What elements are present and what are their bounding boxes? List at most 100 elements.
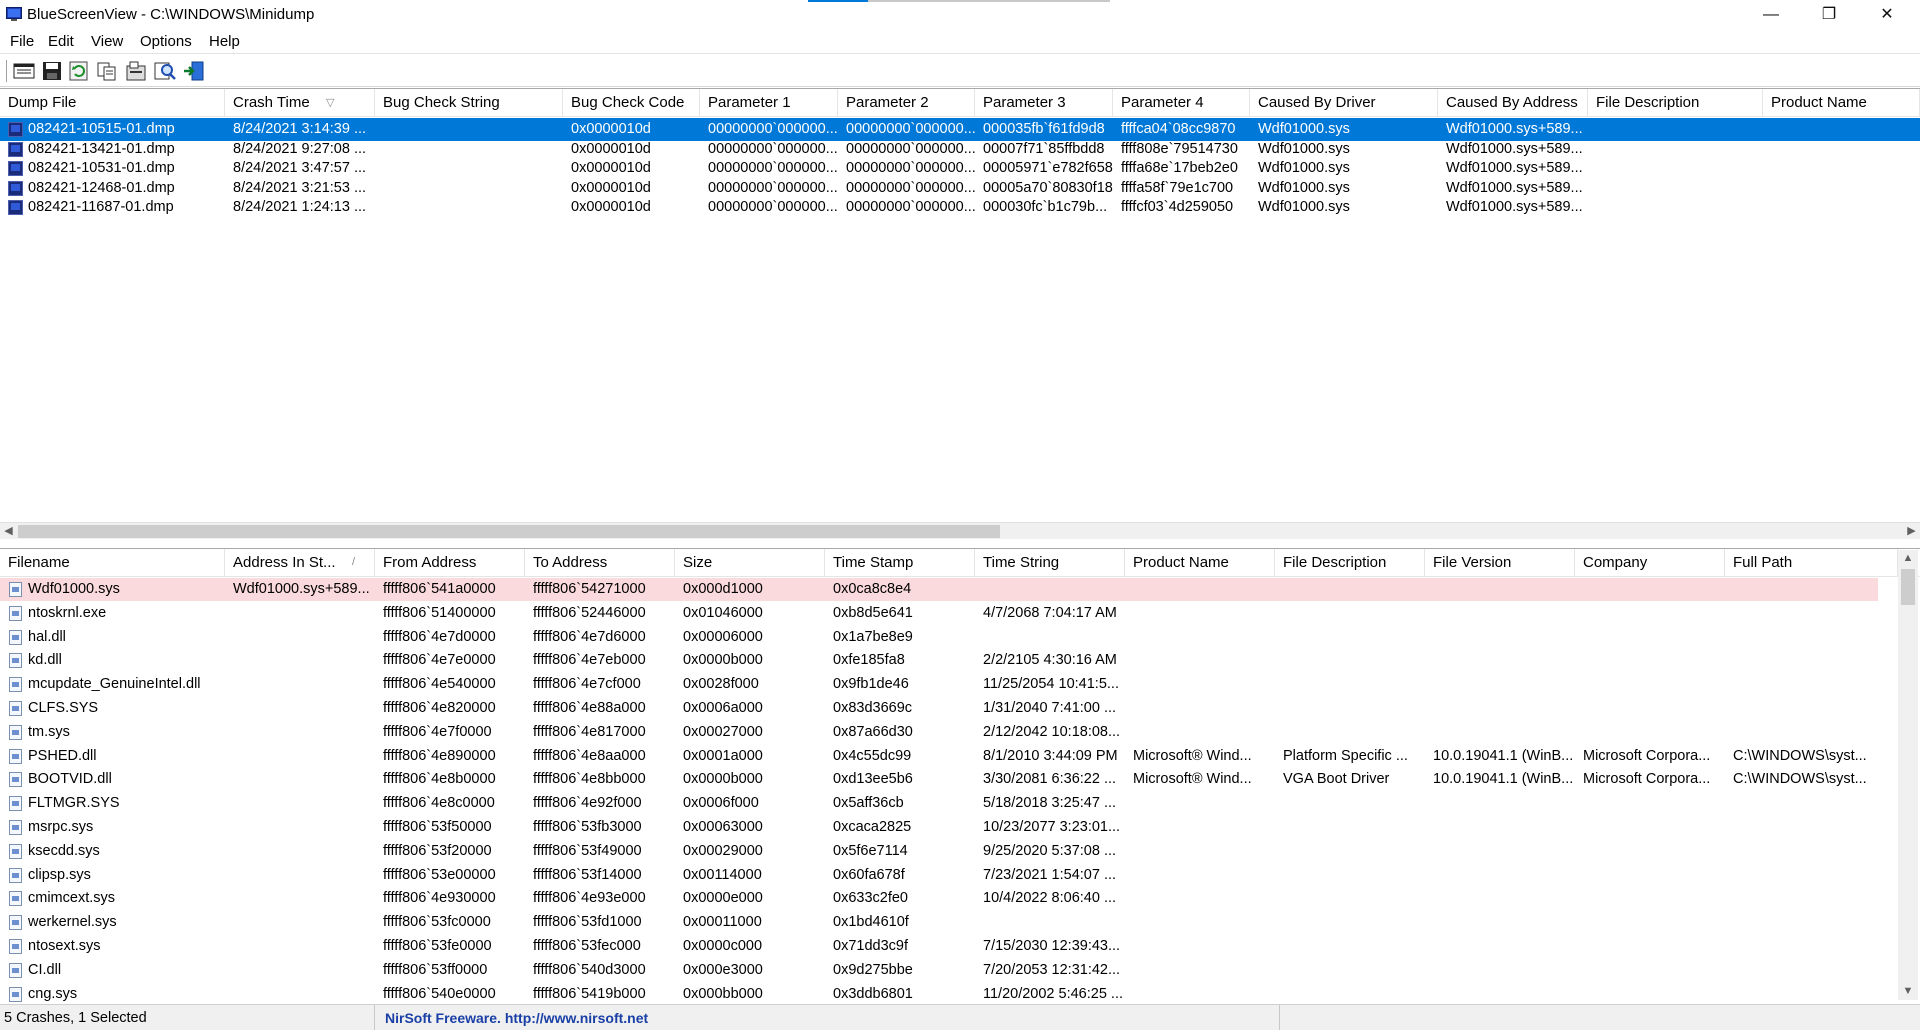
cell-time-stamp: 0x0ca8c8e4 xyxy=(833,581,912,597)
column-parameter-1[interactable]: Parameter 1 xyxy=(700,89,838,117)
table-row[interactable]: ksecdd.sys fffff806`53f20000 fffff806`53f4… xyxy=(0,840,1878,863)
menu-edit[interactable]: Edit xyxy=(44,32,78,51)
column-filename[interactable]: Filename xyxy=(0,549,225,577)
cell-parameter-4: ffffcf03`4d259050 xyxy=(1121,199,1234,215)
column-company[interactable]: Company xyxy=(1575,549,1725,577)
menu-file[interactable]: File xyxy=(6,32,38,51)
table-row[interactable]: hal.dll fffff806`4e7d0000 fffff806`4e7d600… xyxy=(0,626,1878,649)
column-product-name[interactable]: Product Name xyxy=(1763,89,1920,117)
menu-options[interactable]: Options xyxy=(136,32,196,51)
save-icon[interactable] xyxy=(40,60,64,82)
column-file-version[interactable]: File Version xyxy=(1425,549,1575,577)
table-row[interactable]: FLTMGR.SYS fffff806`4e8c0000 fffff806`4e92… xyxy=(0,792,1878,815)
cell-full-path xyxy=(1725,864,1898,887)
cell-file-description xyxy=(1275,649,1425,672)
cell-address-in-stack xyxy=(225,887,375,910)
crash-list-hscrollbar[interactable]: ◀ ▶ xyxy=(0,522,1920,539)
table-row[interactable]: tm.sys fffff806`4e7f0000 fffff806`4e817000… xyxy=(0,721,1878,744)
cell-size: 0x0000e000 xyxy=(683,890,763,907)
cell-address-in-stack xyxy=(225,864,375,887)
scroll-left-icon[interactable]: ◀ xyxy=(0,523,17,540)
column-file-description[interactable]: File Description xyxy=(1588,89,1763,117)
cell-file-version xyxy=(1425,649,1575,672)
cell-address-in-stack xyxy=(225,697,375,720)
minimize-button[interactable]: — xyxy=(1742,0,1800,30)
table-row[interactable]: ntoskrnl.exe fffff806`51400000 fffff806`52… xyxy=(0,602,1878,625)
table-row[interactable]: kd.dll fffff806`4e7e0000 fffff806`4e7eb000… xyxy=(0,649,1878,672)
hscroll-thumb[interactable] xyxy=(18,525,1000,538)
cell-to-address: fffff806`52446000 xyxy=(533,604,646,621)
table-row[interactable]: cmimcext.sys fffff806`4e930000 fffff806`4e… xyxy=(0,887,1878,910)
scroll-right-icon[interactable]: ▶ xyxy=(1903,523,1920,540)
column-dump-file[interactable]: Dump File xyxy=(0,89,225,117)
menu-view[interactable]: View xyxy=(87,32,127,51)
cell-from-address: fffff806`4e7d0000 xyxy=(383,628,496,645)
table-row[interactable]: clipsp.sys fffff806`53e00000 fffff806`53f1… xyxy=(0,864,1878,887)
column-caused-by-driver[interactable]: Caused By Driver xyxy=(1250,89,1438,117)
column-bug-check-code[interactable]: Bug Check Code xyxy=(563,89,700,117)
cell-filename: cmimcext.sys xyxy=(28,890,115,907)
column-product-name[interactable]: Product Name xyxy=(1125,549,1275,577)
nirsoft-link[interactable]: NirSoft Freeware. http://www.nirsoft.net xyxy=(385,1010,648,1026)
column-parameter-2[interactable]: Parameter 2 xyxy=(838,89,975,117)
cell-file-description: Platform Specific ... xyxy=(1283,747,1408,764)
column-full-path[interactable]: Full Path xyxy=(1725,549,1898,577)
table-row[interactable]: 082421-11687-01.dmp 8/24/2021 1:24:13 ...… xyxy=(0,196,1920,219)
advanced-options-icon[interactable] xyxy=(124,60,148,82)
cell-file-description xyxy=(1275,840,1425,863)
column-crash-time[interactable]: Crash Time xyxy=(225,89,375,117)
column-bug-check-string[interactable]: Bug Check String xyxy=(375,89,563,117)
cell-time-stamp: 0x3ddb6801 xyxy=(833,985,913,1002)
cell-file-description xyxy=(1588,196,1763,219)
column-caused-by-address[interactable]: Caused By Address xyxy=(1438,89,1588,117)
close-button[interactable]: ✕ xyxy=(1858,0,1916,30)
cell-full-path xyxy=(1725,911,1898,934)
table-row[interactable]: CLFS.SYS fffff806`4e820000 fffff806`4e88a0… xyxy=(0,697,1878,720)
table-row[interactable]: ntosext.sys fffff806`53fe0000 fffff806`53f… xyxy=(0,935,1878,958)
table-row[interactable]: werkernel.sys fffff806`53fc0000 fffff806`5… xyxy=(0,911,1878,934)
driver-list-vscrollbar[interactable]: ▲ ▼ xyxy=(1898,550,1918,1000)
cell-company xyxy=(1575,697,1725,720)
cell-time-stamp: 0x1a7be8e9 xyxy=(833,628,913,645)
column-parameter-4[interactable]: Parameter 4 xyxy=(1113,89,1250,117)
cell-caused-by-driver: Wdf01000.sys xyxy=(1258,199,1350,215)
exit-icon[interactable] xyxy=(182,60,206,82)
cell-from-address: fffff806`4e890000 xyxy=(383,747,496,764)
cell-size: 0x000d1000 xyxy=(683,581,763,597)
find-icon[interactable] xyxy=(153,60,177,82)
column-time-string[interactable]: Time String xyxy=(975,549,1125,577)
menu-help[interactable]: Help xyxy=(205,32,244,51)
cell-filename: hal.dll xyxy=(28,628,66,645)
cell-from-address: fffff806`4e540000 xyxy=(383,676,496,693)
scroll-down-icon[interactable]: ▼ xyxy=(1898,983,1918,1000)
cell-file-version xyxy=(1425,983,1575,1004)
column-file-description[interactable]: File Description xyxy=(1275,549,1425,577)
properties-icon[interactable] xyxy=(12,60,36,82)
column-size[interactable]: Size xyxy=(675,549,825,577)
restore-button[interactable]: ❐ xyxy=(1800,0,1858,30)
column-time-stamp[interactable]: Time Stamp xyxy=(825,549,975,577)
sort-ascending-icon: / xyxy=(352,556,356,568)
cell-file-version xyxy=(1425,792,1575,815)
toolbar xyxy=(0,55,1920,87)
copy-icon[interactable] xyxy=(95,60,119,82)
cell-file-version xyxy=(1425,626,1575,649)
table-row[interactable]: cng.sys fffff806`540e0000 fffff806`5419b00… xyxy=(0,983,1878,1004)
table-row[interactable]: mcupdate_GenuineIntel.dll fffff806`4e5400… xyxy=(0,673,1878,696)
table-row[interactable]: Wdf01000.sys Wdf01000.sys+589... fffff806`… xyxy=(0,578,1878,601)
cell-full-path: C:\WINDOWS\syst... xyxy=(1733,747,1867,764)
table-row[interactable]: msrpc.sys fffff806`53f50000 fffff806`53fb3… xyxy=(0,816,1878,839)
column-parameter-3[interactable]: Parameter 3 xyxy=(975,89,1113,117)
cell-filename: tm.sys xyxy=(28,723,70,740)
status-bar: 5 Crashes, 1 Selected NirSoft Freeware. … xyxy=(0,1004,1920,1030)
vscroll-thumb[interactable] xyxy=(1901,569,1915,605)
cell-filename-wrap: kd.dll xyxy=(0,649,225,672)
refresh-icon[interactable] xyxy=(67,60,91,82)
scroll-up-icon[interactable]: ▲ xyxy=(1898,550,1918,567)
table-row[interactable]: PSHED.dll fffff806`4e890000 fffff806`4e8aa… xyxy=(0,745,1878,768)
table-row[interactable]: BOOTVID.dll fffff806`4e8b0000 fffff806`4e8… xyxy=(0,768,1878,791)
column-to-address[interactable]: To Address xyxy=(525,549,675,577)
cell-size: 0x000e3000 xyxy=(683,961,763,978)
table-row[interactable]: CI.dll fffff806`53ff0000 fffff806`540d3000… xyxy=(0,959,1878,982)
column-from-address[interactable]: From Address xyxy=(375,549,525,577)
